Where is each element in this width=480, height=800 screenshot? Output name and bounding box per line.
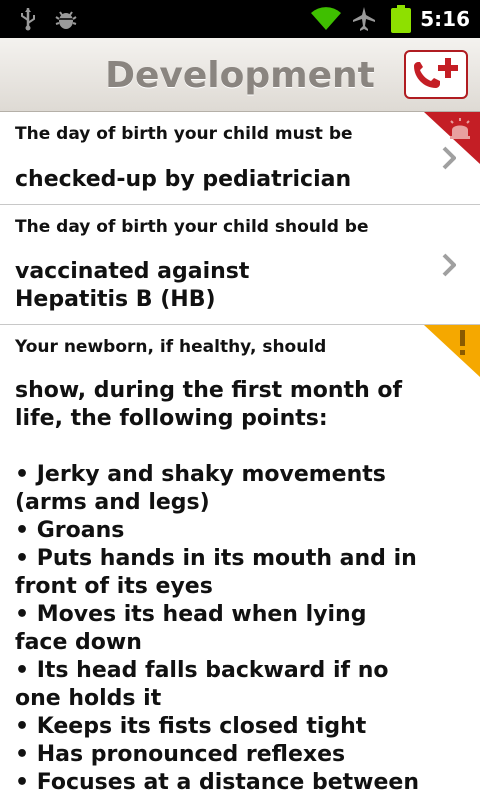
emergency-call-button[interactable]: [404, 50, 468, 99]
item-subtitle: Your newborn, if healthy, should: [15, 337, 327, 357]
chevron-right-icon: [442, 146, 456, 170]
usb-icon: [18, 0, 38, 38]
item-text: checked-up by pediatrician: [15, 167, 352, 192]
chevron-right-icon: [442, 253, 456, 277]
list-item[interactable]: The day of birth your child must be chec…: [0, 112, 480, 205]
exclamation-icon: [424, 325, 480, 377]
phone-plus-icon: [414, 58, 458, 88]
airplane-icon: [352, 0, 376, 38]
action-bar: Development: [0, 38, 480, 112]
list-item[interactable]: The day of birth your child should be va…: [0, 205, 480, 325]
item-subtitle: The day of birth your child should be: [15, 217, 369, 237]
battery-icon: [390, 0, 412, 38]
item-subtitle: The day of birth your child must be: [15, 124, 353, 144]
item-text: show, during the first month of life, th…: [15, 378, 420, 795]
debug-icon: [54, 0, 78, 38]
status-bar: 5:16: [0, 0, 480, 38]
list-item[interactable]: Your newborn, if healthy, should show, d…: [0, 325, 480, 800]
wifi-icon: [310, 0, 342, 38]
clock: 5:16: [420, 7, 470, 31]
item-text: vaccinated against Hepatitis B (HB): [15, 259, 250, 312]
